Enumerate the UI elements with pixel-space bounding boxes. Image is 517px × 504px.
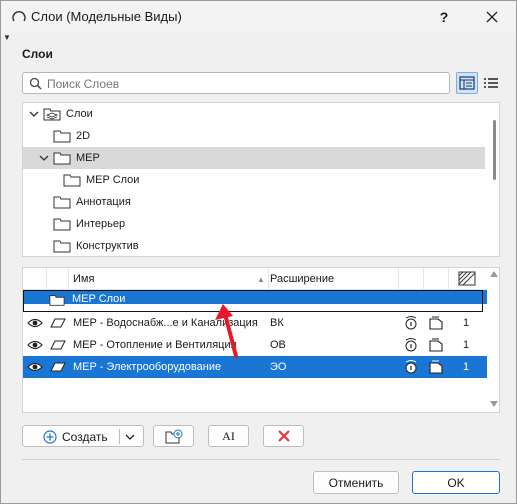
chevron-down-icon[interactable] bbox=[28, 108, 40, 120]
folder-icon bbox=[63, 174, 81, 187]
title-bar: Слои (Модельные Виды) ? bbox=[1, 1, 516, 33]
layer-pen: 1 bbox=[463, 317, 470, 329]
name-column-header[interactable]: Имя ▲ bbox=[69, 268, 269, 290]
name-column-label: Имя bbox=[73, 273, 95, 285]
layer-list-header: Имя ▲ Расширение bbox=[23, 268, 487, 290]
lock-column-header[interactable] bbox=[47, 268, 69, 290]
search-input[interactable] bbox=[45, 75, 445, 92]
tree-item-mep-layers[interactable]: MEP Слои bbox=[23, 169, 485, 191]
intersection-group-icon[interactable] bbox=[403, 316, 419, 330]
create-button-label: Создать bbox=[62, 430, 108, 444]
tree-item-label: Слои bbox=[66, 108, 93, 120]
folder-icon bbox=[53, 152, 71, 165]
tree-scrollbar-thumb[interactable] bbox=[493, 120, 496, 180]
layer-list[interactable]: Имя ▲ Расширение MEP Слои MEP - Водоснаб… bbox=[22, 267, 500, 413]
search-box[interactable] bbox=[22, 72, 450, 94]
tree-item-label: MEP bbox=[76, 152, 100, 164]
tree-item-label: Интерьер bbox=[76, 218, 126, 230]
tree-scrollbar[interactable] bbox=[489, 103, 499, 256]
chevron-down-icon[interactable] bbox=[125, 434, 135, 440]
tree-item-structural[interactable]: Конструктив bbox=[23, 235, 485, 256]
new-folder-icon bbox=[165, 429, 182, 443]
pen-column-header[interactable] bbox=[449, 268, 487, 290]
collapse-arrow-icon[interactable]: ▼ bbox=[3, 33, 11, 42]
search-icon bbox=[29, 77, 42, 90]
rename-icon: AI bbox=[222, 428, 235, 443]
folder-stack-icon bbox=[43, 108, 61, 121]
chevron-down-icon[interactable] bbox=[38, 152, 50, 164]
layer-list-scrollbar[interactable] bbox=[487, 268, 499, 412]
list-view-button[interactable] bbox=[480, 72, 502, 94]
layer-pen: 1 bbox=[463, 339, 470, 351]
footer-divider bbox=[22, 459, 500, 460]
add-icon bbox=[43, 430, 57, 444]
eye-icon[interactable] bbox=[27, 360, 43, 374]
tree-item-label: Конструктив bbox=[76, 240, 139, 252]
rename-button[interactable]: AI bbox=[208, 425, 249, 447]
tree-view-icon bbox=[459, 76, 475, 90]
intersection-column-header[interactable] bbox=[399, 268, 424, 290]
folder-icon bbox=[53, 130, 71, 143]
layer-row-water[interactable]: MEP - Водоснабж...е и Канализация ВК 1 bbox=[23, 312, 487, 334]
layer-row-electrical[interactable]: MEP - Электрооборудование ЭО 1 bbox=[23, 356, 487, 378]
hatch-icon bbox=[458, 271, 476, 286]
annotation-arrow-icon bbox=[215, 304, 238, 358]
tree-item-mep[interactable]: MEP bbox=[23, 147, 485, 169]
app-icon bbox=[12, 11, 26, 22]
cancel-button[interactable]: Отменить bbox=[313, 471, 399, 494]
eye-icon[interactable] bbox=[27, 338, 43, 352]
layer-pen: 1 bbox=[463, 361, 470, 373]
wireframe-column-header[interactable] bbox=[424, 268, 449, 290]
layer-extension: ОВ bbox=[270, 339, 286, 351]
list-view-icon bbox=[484, 78, 498, 88]
layer-plane-icon[interactable] bbox=[50, 338, 66, 352]
tree-item-annotation[interactable]: Аннотация bbox=[23, 191, 485, 213]
tree-item-interior[interactable]: Интерьер bbox=[23, 213, 485, 235]
eye-icon[interactable] bbox=[27, 316, 43, 330]
tree-view-button[interactable] bbox=[456, 72, 478, 94]
layer-folder-tree[interactable]: Слои 2D MEP MEP Слои Аннотация Интерьер … bbox=[22, 102, 500, 257]
layer-plane-icon[interactable] bbox=[50, 360, 66, 374]
close-button[interactable] bbox=[469, 1, 515, 33]
layer-name: MEP - Электрооборудование bbox=[73, 361, 222, 373]
create-layer-button[interactable]: Создать bbox=[22, 425, 144, 447]
new-folder-button[interactable] bbox=[153, 425, 194, 447]
delete-icon bbox=[277, 430, 290, 442]
intersection-group-icon[interactable] bbox=[403, 360, 419, 374]
folder-icon bbox=[53, 240, 71, 253]
tree-item-2d[interactable]: 2D bbox=[23, 125, 485, 147]
layer-extension: ВК bbox=[270, 317, 284, 329]
intersection-group-icon[interactable] bbox=[403, 338, 419, 352]
layer-extension: ЭО bbox=[270, 361, 287, 373]
tree-item-label: 2D bbox=[76, 130, 91, 142]
sort-up-icon: ▲ bbox=[257, 275, 265, 284]
visibility-column-header[interactable] bbox=[23, 268, 47, 290]
layer-row-heating[interactable]: MEP - Отопление и Вентиляция ОВ 1 bbox=[23, 334, 487, 356]
scroll-down-icon[interactable] bbox=[490, 401, 498, 407]
tree-item-label: Аннотация bbox=[76, 196, 131, 208]
drag-insertion-frame bbox=[23, 290, 483, 312]
help-button[interactable]: ? bbox=[421, 1, 467, 33]
extension-column-header[interactable]: Расширение bbox=[269, 268, 399, 290]
extension-column-label: Расширение bbox=[270, 273, 335, 285]
wireframe-icon[interactable] bbox=[428, 338, 444, 352]
ok-button[interactable]: OK bbox=[412, 471, 500, 494]
section-label: Слои bbox=[22, 47, 53, 61]
window-title: Слои (Модельные Виды) bbox=[31, 9, 182, 24]
tree-item-label: MEP Слои bbox=[86, 174, 140, 186]
folder-icon bbox=[53, 218, 71, 231]
scroll-up-icon[interactable] bbox=[490, 271, 498, 277]
folder-icon bbox=[53, 196, 71, 209]
close-icon bbox=[486, 11, 498, 23]
wireframe-icon[interactable] bbox=[428, 360, 444, 374]
tree-item-layers-root[interactable]: Слои bbox=[23, 103, 485, 125]
layer-plane-icon[interactable] bbox=[50, 316, 66, 330]
delete-button[interactable] bbox=[263, 425, 304, 447]
wireframe-icon[interactable] bbox=[428, 316, 444, 330]
layers-dialog: Слои (Модельные Виды) ? ▼ Слои Поиск Сло… bbox=[0, 0, 517, 504]
split-divider bbox=[119, 429, 120, 444]
